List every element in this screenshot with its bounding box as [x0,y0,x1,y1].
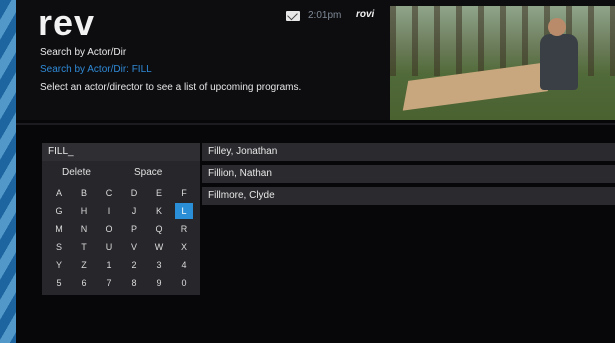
key-e[interactable]: E [150,185,168,201]
key-f[interactable]: F [175,185,193,201]
clock: 2:01pm [308,10,342,21]
key-c[interactable]: C [100,185,118,201]
key-5[interactable]: 5 [50,275,68,291]
key-t[interactable]: T [75,239,93,255]
key-6[interactable]: 6 [75,275,93,291]
space-key[interactable]: Space [134,167,162,178]
page-title: Search by Actor/Dir [40,47,127,58]
key-7[interactable]: 7 [100,275,118,291]
key-1[interactable]: 1 [100,257,118,273]
key-s[interactable]: S [50,239,68,255]
key-i[interactable]: I [100,203,118,219]
key-9[interactable]: 9 [150,275,168,291]
key-p[interactable]: P [125,221,143,237]
instructions-text: Select an actor/director to see a list o… [40,82,302,93]
key-k[interactable]: K [150,203,168,219]
key-v[interactable]: V [125,239,143,255]
divider [16,123,615,125]
rev-logo: rev [38,2,96,43]
key-b[interactable]: B [75,185,93,201]
key-a[interactable]: A [50,185,68,201]
key-o[interactable]: O [100,221,118,237]
key-g[interactable]: G [50,203,68,219]
key-z[interactable]: Z [75,257,93,273]
key-h[interactable]: H [75,203,93,219]
key-3[interactable]: 3 [150,257,168,273]
key-2[interactable]: 2 [125,257,143,273]
video-person-head [548,18,566,36]
rovi-logo: rovi [356,9,375,20]
key-n[interactable]: N [75,221,93,237]
key-u[interactable]: U [100,239,118,255]
result-row[interactable]: Fillmore, Clyde [202,187,615,205]
keyboard-actions: Delete Space [42,165,200,181]
tv-screen: rev 2:01pm rovi Search by Actor/Dir Sear… [16,0,615,343]
video-preview [390,6,615,120]
search-input[interactable]: FILL_ [42,143,200,161]
search-query-label: Search by Actor/Dir: FILL [40,64,152,75]
key-8[interactable]: 8 [125,275,143,291]
key-l[interactable]: L [175,203,193,219]
key-r[interactable]: R [175,221,193,237]
mail-icon [286,11,300,21]
key-x[interactable]: X [175,239,193,255]
key-m[interactable]: M [50,221,68,237]
key-y[interactable]: Y [50,257,68,273]
delete-key[interactable]: Delete [62,167,91,178]
key-0[interactable]: 0 [175,275,193,291]
result-row[interactable]: Fillion, Nathan [202,165,615,183]
header: rev 2:01pm rovi Search by Actor/Dir Sear… [16,0,615,120]
key-d[interactable]: D [125,185,143,201]
video-person [540,34,578,90]
result-row[interactable]: Filley, Jonathan [202,143,615,161]
key-w[interactable]: W [150,239,168,255]
video-trees [390,6,615,76]
key-j[interactable]: J [125,203,143,219]
key-q[interactable]: Q [150,221,168,237]
onscreen-keyboard: FILL_ Delete Space ABCDEF GHIJKL MNOPQR STU… [42,143,200,295]
key-4[interactable]: 4 [175,257,193,273]
